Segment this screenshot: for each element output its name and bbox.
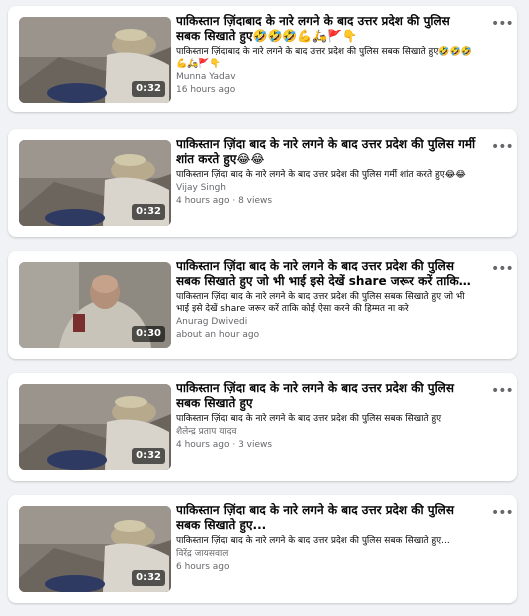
video-thumbnail[interactable]: 0:32 bbox=[19, 17, 171, 103]
video-title[interactable]: पाकिस्तान ज़िंदा बाद के नारे लगने के बाद… bbox=[176, 137, 476, 167]
video-meta: 16 hours ago bbox=[176, 85, 236, 95]
video-thumbnail[interactable]: 0:30 bbox=[19, 262, 171, 348]
video-info: पाकिस्तान ज़िंदा बाद के नारे लगने के बाद… bbox=[176, 503, 476, 573]
video-result-card[interactable]: 0:32 पाकिस्तान ज़िंदा बाद के नारे लगने क… bbox=[8, 373, 517, 481]
video-description: पाकिस्तान ज़िंदा बाद के नारे लगने के बाद… bbox=[176, 536, 450, 546]
more-options-icon[interactable]: ••• bbox=[491, 384, 514, 398]
video-result-card[interactable]: 0:32 पाकिस्तान ज़िंदाबाद के नारे लगने के… bbox=[8, 6, 517, 112]
video-thumbnail[interactable]: 0:32 bbox=[19, 506, 171, 592]
video-author[interactable]: Vijay Singh bbox=[176, 182, 476, 194]
video-author[interactable]: विरेंद्र जायसवाल bbox=[176, 548, 476, 560]
video-duration: 0:32 bbox=[132, 570, 165, 586]
video-duration: 0:32 bbox=[132, 204, 165, 220]
video-author[interactable]: Anurag Dwivedi bbox=[176, 316, 476, 328]
video-result-card[interactable]: 0:30 पाकिस्तान ज़िंदा बाद के नारे लगने क… bbox=[8, 251, 517, 359]
video-thumbnail[interactable]: 0:32 bbox=[19, 384, 171, 470]
more-options-icon[interactable]: ••• bbox=[491, 506, 514, 520]
video-meta: 4 hours ago · 8 views bbox=[176, 196, 273, 206]
more-options-icon[interactable]: ••• bbox=[491, 17, 514, 31]
video-title[interactable]: पाकिस्तान ज़िंदाबाद के नारे लगने के बाद … bbox=[176, 14, 476, 44]
video-info: पाकिस्तान ज़िंदा बाद के नारे लगने के बाद… bbox=[176, 259, 476, 341]
video-info: पाकिस्तान ज़िंदा बाद के नारे लगने के बाद… bbox=[176, 381, 476, 451]
video-duration: 0:32 bbox=[132, 448, 165, 464]
video-title[interactable]: पाकिस्तान ज़िंदा बाद के नारे लगने के बाद… bbox=[176, 259, 476, 289]
video-meta: 4 hours ago · 3 views bbox=[176, 440, 273, 450]
video-author[interactable]: शैलेन्द्र प्रताप यादव bbox=[176, 426, 476, 438]
video-result-card[interactable]: 0:32 पाकिस्तान ज़िंदा बाद के नारे लगने क… bbox=[8, 495, 517, 603]
video-description: पाकिस्तान ज़िंदा बाद के नारे लगने के बाद… bbox=[176, 414, 442, 424]
video-meta: 6 hours ago bbox=[176, 562, 230, 572]
more-options-icon[interactable]: ••• bbox=[491, 262, 514, 276]
video-search-results: 0:32 पाकिस्तान ज़िंदाबाद के नारे लगने के… bbox=[0, 0, 529, 616]
video-result-card[interactable]: 0:32 पाकिस्तान ज़िंदा बाद के नारे लगने क… bbox=[8, 129, 517, 237]
video-thumbnail[interactable]: 0:32 bbox=[19, 140, 171, 226]
video-title[interactable]: पाकिस्तान ज़िंदा बाद के नारे लगने के बाद… bbox=[176, 503, 476, 533]
more-options-icon[interactable]: ••• bbox=[491, 140, 514, 154]
video-info: पाकिस्तान ज़िंदाबाद के नारे लगने के बाद … bbox=[176, 14, 476, 96]
video-description: पाकिस्तान ज़िंदा बाद के नारे लगने के बाद… bbox=[176, 170, 466, 180]
video-description: पाकिस्तान ज़िंदा बाद के नारे लगने के बाद… bbox=[176, 292, 465, 314]
video-description: पाकिस्तान ज़िंदाबाद के नारे लगने के बाद … bbox=[176, 47, 472, 69]
video-info: पाकिस्तान ज़िंदा बाद के नारे लगने के बाद… bbox=[176, 137, 476, 207]
video-meta: about an hour ago bbox=[176, 330, 260, 340]
video-duration: 0:32 bbox=[132, 81, 165, 97]
video-author[interactable]: Munna Yadav bbox=[176, 71, 476, 83]
video-duration: 0:30 bbox=[132, 326, 165, 342]
video-title[interactable]: पाकिस्तान ज़िंदा बाद के नारे लगने के बाद… bbox=[176, 381, 476, 411]
